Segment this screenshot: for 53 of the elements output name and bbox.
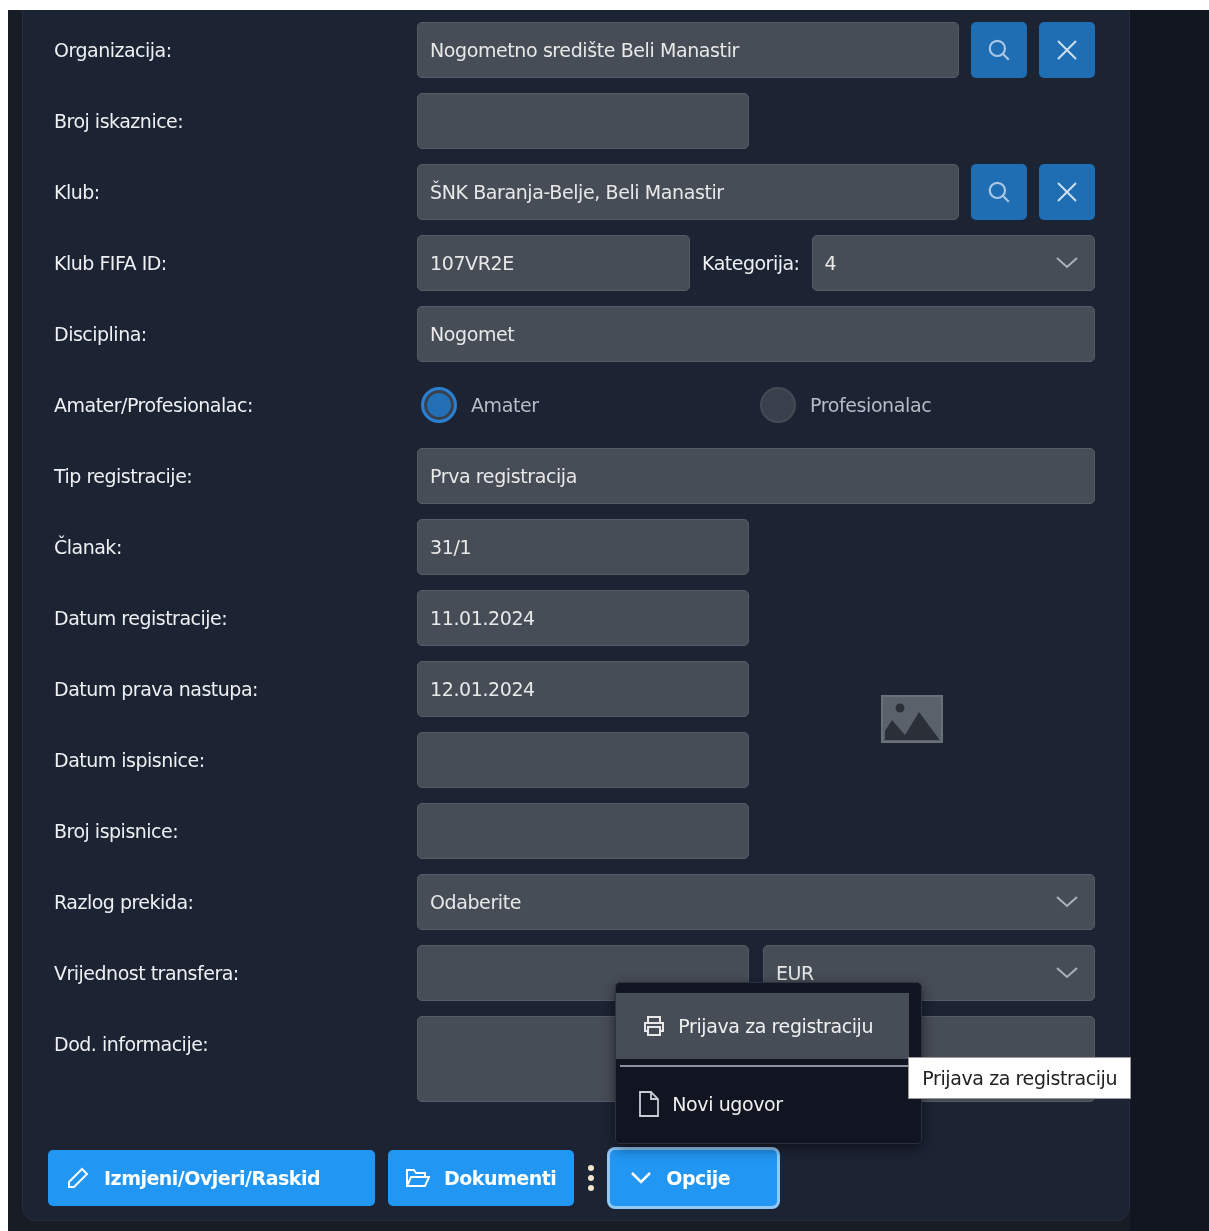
- input-field[interactable]: 31/1: [417, 519, 749, 575]
- clear-button[interactable]: [1039, 164, 1095, 220]
- radio-button[interactable]: [760, 387, 796, 423]
- input-field[interactable]: 107VR2E: [417, 235, 690, 291]
- input-field[interactable]: ŠNK Baranja-Belje, Beli Manastir: [417, 164, 959, 220]
- field-label: Broj iskaznice:: [54, 109, 185, 134]
- field-label: Amater/Profesionalac:: [54, 393, 254, 418]
- image-placeholder-icon: [881, 695, 943, 743]
- field-label: Kategorija:: [702, 252, 800, 274]
- field-label: Razlog prekida:: [54, 890, 195, 915]
- chevron-down-icon: [1056, 967, 1078, 979]
- printer-icon: [642, 1014, 667, 1038]
- search-icon: [986, 37, 1012, 63]
- input-field[interactable]: [417, 732, 749, 788]
- field-label: Datum registracije:: [54, 606, 229, 631]
- search-button[interactable]: [971, 22, 1027, 78]
- field-label: Disciplina:: [54, 322, 148, 347]
- input-field[interactable]: [417, 803, 749, 859]
- clear-button[interactable]: [1039, 22, 1095, 78]
- input-field[interactable]: Nogometno središte Beli Manastir: [417, 22, 959, 78]
- folder-icon: [406, 1168, 430, 1188]
- radio-label: Amater: [471, 394, 539, 416]
- select-field[interactable]: 4: [811, 235, 1095, 291]
- menu-item[interactable]: Prijava za registraciju: [616, 993, 910, 1059]
- select-field[interactable]: Odaberite: [417, 874, 1095, 930]
- radio-button[interactable]: [421, 387, 457, 423]
- search-icon: [986, 179, 1012, 205]
- more-icon[interactable]: [587, 1164, 596, 1192]
- field-label: Organizacija:: [54, 38, 173, 63]
- chevron-down-icon: [1056, 257, 1078, 269]
- field-label: Klub:: [54, 180, 101, 205]
- input-field[interactable]: Nogomet: [417, 306, 1095, 362]
- field-label: Broj ispisnice:: [54, 819, 180, 844]
- field-label: Tip registracije:: [54, 464, 194, 489]
- tooltip: Prijava za registraciju: [908, 1057, 1132, 1099]
- input-field[interactable]: 12.01.2024: [417, 661, 749, 717]
- field-label: Dod. informacije:: [54, 1032, 210, 1057]
- input-field[interactable]: Prva registracija: [417, 448, 1095, 504]
- search-button[interactable]: [971, 164, 1027, 220]
- field-label: Članak:: [54, 534, 123, 560]
- document-icon: [638, 1091, 661, 1117]
- input-field[interactable]: [417, 93, 749, 149]
- chevron-down-icon: [630, 1171, 653, 1185]
- radio-label: Profesionalac: [810, 394, 932, 416]
- field-label: Klub FIFA ID:: [54, 251, 168, 276]
- input-field[interactable]: 11.01.2024: [417, 590, 749, 646]
- field-label: Vrijednost transfera:: [54, 961, 240, 986]
- chevron-down-icon: [1056, 896, 1078, 908]
- pencil-icon: [66, 1166, 90, 1190]
- field-label: Datum prava nastupa:: [54, 677, 259, 702]
- close-icon: [1055, 180, 1079, 204]
- field-label: Datum ispisnice:: [54, 748, 206, 773]
- close-icon: [1055, 38, 1079, 62]
